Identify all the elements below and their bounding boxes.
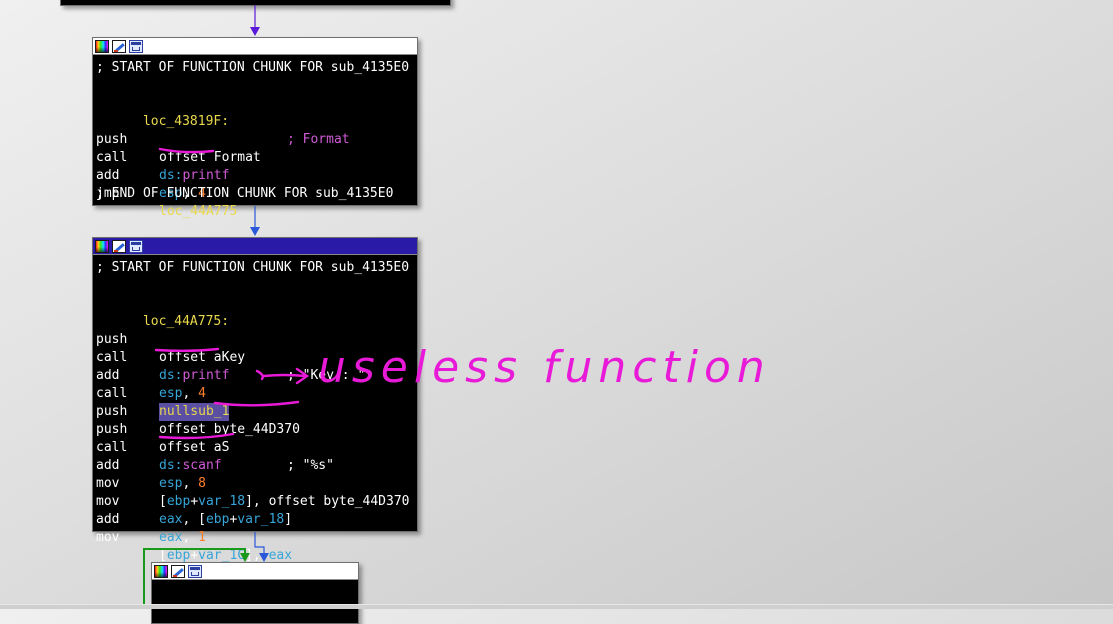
node-header — [152, 563, 358, 580]
code-line[interactable]: call ds:scanf — [96, 421, 414, 473]
code-line[interactable]: jmp loc_44A775 — [96, 167, 414, 219]
node-header-selected — [93, 238, 417, 255]
graph-view-icon[interactable] — [129, 239, 143, 253]
chunk-start-comment: ; START OF FUNCTION CHUNK FOR sub_4135E0 — [96, 60, 410, 75]
graph-node-loc-44a775[interactable]: ; START OF FUNCTION CHUNK FOR sub_4135E0… — [92, 237, 418, 563]
jump-target-loc-44a775[interactable]: loc_44A775 — [159, 203, 237, 221]
graph-view-icon[interactable] — [129, 39, 143, 53]
var-1c-ref[interactable]: var_1C — [198, 548, 245, 563]
color-palette-icon[interactable] — [154, 564, 168, 578]
rename-edit-icon[interactable] — [171, 564, 185, 578]
node-code: ; START OF FUNCTION CHUNK FOR sub_4135E0… — [93, 55, 417, 219]
color-palette-icon[interactable] — [95, 39, 109, 53]
rename-edit-icon[interactable] — [112, 39, 126, 53]
node-code: ; START OF FUNCTION CHUNK FOR sub_4135E0… — [93, 255, 417, 563]
code-line[interactable]: mov [ebp+var_1C], eax — [96, 511, 414, 563]
code-line[interactable]: push offset Format — [96, 113, 414, 165]
graph-node-next[interactable] — [151, 562, 359, 624]
bottom-scrollbar[interactable] — [0, 604, 1113, 609]
code-line[interactable]: mov eax, [ebp+var_18] — [96, 475, 414, 527]
code-line[interactable]: add esp, 4 — [96, 149, 414, 201]
code-line[interactable]: add eax, 1 — [96, 493, 414, 545]
code-line[interactable]: call ds:printf — [96, 331, 414, 383]
chunk-start-comment: ; START OF FUNCTION CHUNK FOR sub_4135E0 — [96, 260, 410, 275]
rename-edit-icon[interactable] — [112, 239, 126, 253]
code-label[interactable]: loc_43819F: ; Format — [96, 95, 414, 147]
code-label[interactable]: loc_44A775: — [96, 295, 414, 329]
code-line[interactable]: push offset aS ; "%s" — [96, 403, 414, 473]
code-line[interactable]: call nullsub_1 — [96, 367, 414, 421]
edge-arrow — [250, 5, 260, 36]
graph-view-icon[interactable] — [188, 564, 202, 578]
code-line[interactable]: push offset aKey ; "Key : " — [96, 313, 414, 383]
graph-node-loc-43819f[interactable]: ; START OF FUNCTION CHUNK FOR sub_4135E0… — [92, 37, 418, 219]
node-header — [93, 38, 417, 55]
chunk-end-comment: ; END OF FUNCTION CHUNK FOR sub_4135E0 — [96, 186, 394, 201]
color-palette-icon[interactable] — [95, 239, 109, 253]
code-line[interactable]: call ds:printf — [96, 131, 414, 183]
code-line[interactable]: add esp, 4 — [96, 349, 414, 401]
code-line[interactable]: add esp, 8 — [96, 439, 414, 491]
code-line[interactable]: mov [ebp+var_18], offset byte_44D370 — [96, 457, 414, 509]
graph-node-top[interactable] — [60, 0, 451, 6]
code-line[interactable]: push offset byte_44D370 — [96, 385, 414, 437]
edge-arrow — [250, 206, 260, 236]
